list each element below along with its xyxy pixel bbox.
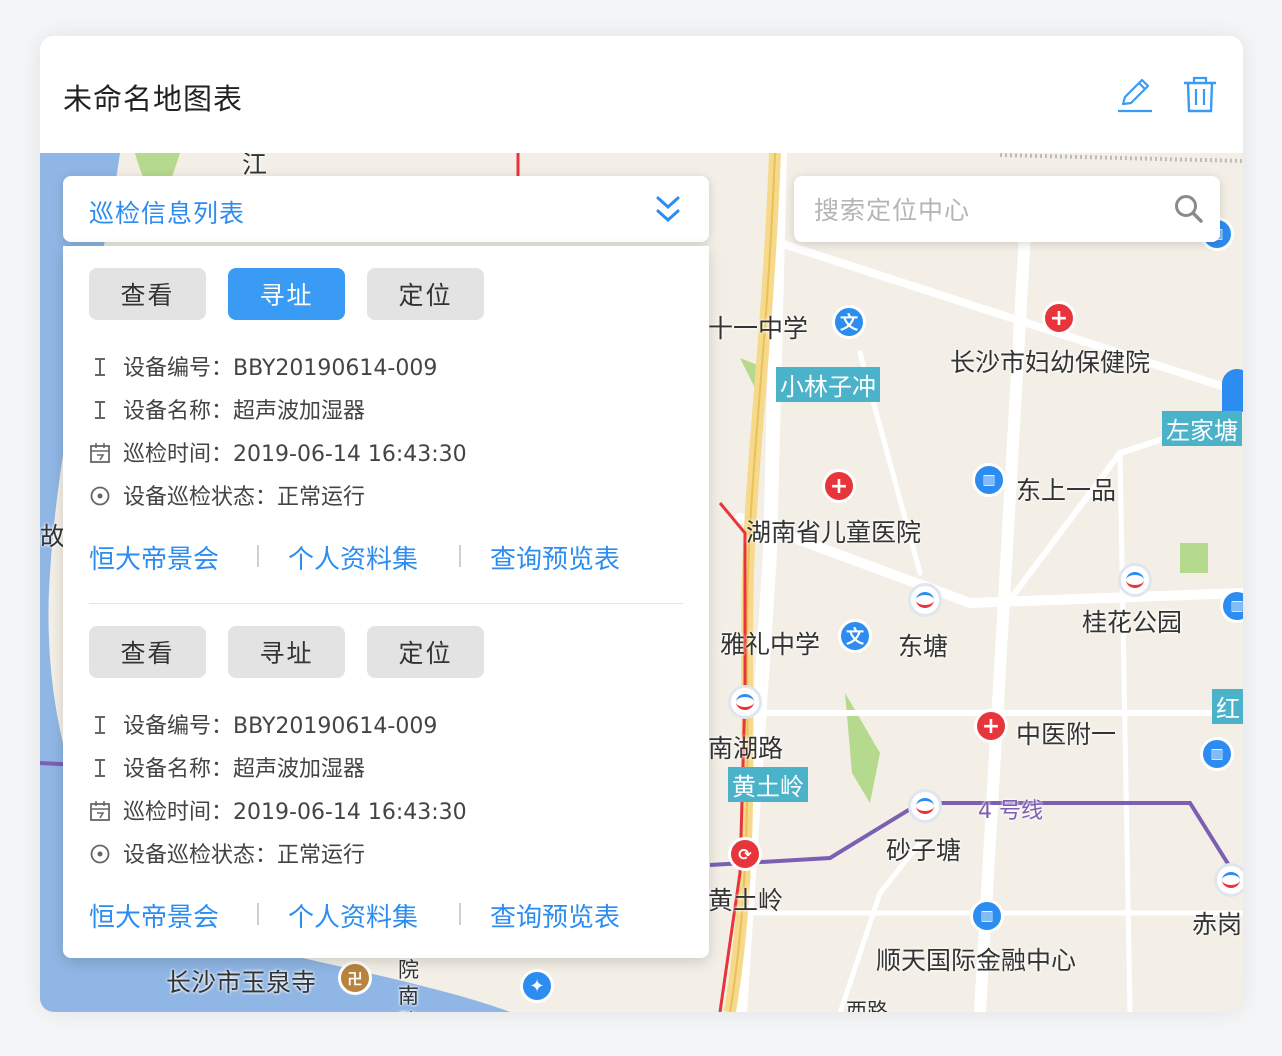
trash-icon[interactable] <box>1180 74 1220 114</box>
text-cursor-icon <box>95 358 105 376</box>
temple-icon[interactable]: 卍 <box>338 961 372 995</box>
view-button[interactable]: 查看 <box>89 626 206 678</box>
link-personal-files[interactable]: 个人资料集 <box>288 897 418 934</box>
map-label: 黄土岭 <box>728 767 808 802</box>
inspection-status-field: 设备巡检状态：正常运行 <box>89 837 365 868</box>
search-input[interactable] <box>812 188 1156 232</box>
map-label: 湖南省儿童医院 <box>746 518 922 547</box>
card-header: 未命名地图表 <box>40 36 1243 153</box>
calendar-icon <box>90 801 110 821</box>
metro-station-icon[interactable] <box>908 583 942 617</box>
map-label: 左家塘 <box>1162 411 1242 446</box>
text-cursor-icon <box>95 716 105 734</box>
address-button[interactable]: 寻址 <box>228 626 345 678</box>
map-label: 长沙市玉泉寺 <box>166 968 317 997</box>
locate-button[interactable]: 定位 <box>367 626 484 678</box>
school-icon[interactable]: 文 <box>832 305 866 339</box>
link-query-preview[interactable]: 查询预览表 <box>490 539 620 576</box>
link-hengda[interactable]: 恒大帝景会 <box>89 539 219 576</box>
map-label: 顺天国际金融中心 <box>876 946 1077 975</box>
pencil-icon[interactable] <box>1115 74 1155 114</box>
link-separator <box>257 903 259 925</box>
map-label: 长沙市妇幼保健院 <box>950 348 1151 377</box>
link-query-preview[interactable]: 查询预览表 <box>490 897 620 934</box>
map-label: 故 <box>40 522 66 551</box>
map-label: 十一中学 <box>708 314 809 343</box>
map-label: 院南路 <box>398 958 419 1012</box>
target-icon <box>90 486 110 506</box>
map-label: 黄土岭 <box>708 886 784 915</box>
device-id-field: 设备编号：BBY20190614-009 <box>89 708 437 739</box>
link-separator <box>257 545 259 567</box>
link-separator <box>459 545 461 567</box>
text-cursor-icon <box>95 401 105 419</box>
building-icon[interactable]: ▥ <box>970 899 1004 933</box>
link-separator <box>459 903 461 925</box>
building-icon[interactable]: ▥ <box>1200 737 1234 771</box>
metro-line-label: 4 号线 <box>978 799 1043 824</box>
calendar-icon <box>90 443 110 463</box>
view-button[interactable]: 查看 <box>89 268 206 320</box>
metro-transfer-icon[interactable]: ⟳ <box>728 837 762 871</box>
double-chevron-down-icon[interactable] <box>655 194 681 226</box>
link-hengda[interactable]: 恒大帝景会 <box>89 897 219 934</box>
inspection-list: 查看 寻址 定位 设备编号：BBY20190614-009 设备名称：超声波加湿… <box>63 246 709 958</box>
map-label: 小林子冲 <box>776 367 880 402</box>
inspection-time-field: 巡检时间：2019-06-14 16:43:30 <box>89 794 467 825</box>
inspection-list-header[interactable]: 巡检信息列表 <box>63 176 709 242</box>
map-label: 东上一品 <box>1016 476 1117 505</box>
map-label: 红 <box>1212 689 1243 724</box>
target-icon <box>90 844 110 864</box>
map-label: 西路 <box>846 999 888 1012</box>
device-name-field: 设备名称：超声波加湿器 <box>89 393 365 424</box>
map-label: 砂子塘 <box>886 836 962 865</box>
map-label: 赤岗 <box>1192 910 1243 939</box>
map-label: 桂花公园 <box>1082 608 1183 637</box>
map-label: 东塘 <box>898 632 949 661</box>
hospital-icon[interactable]: + <box>974 709 1008 743</box>
metro-station-icon[interactable] <box>728 685 762 719</box>
record-divider <box>89 603 683 604</box>
location-pin-icon[interactable] <box>1222 369 1243 413</box>
map-chart-card: 未命名地图表 文 + + ▥ 文 + ⟳ ▥ ▥ ▥ ✦ 卍 十一中学 小林子冲… <box>40 36 1243 1012</box>
school-icon[interactable]: 文 <box>838 619 872 653</box>
inspection-list-title: 巡检信息列表 <box>89 199 246 228</box>
building-icon[interactable]: ▥ <box>972 463 1006 497</box>
device-id-field: 设备编号：BBY20190614-009 <box>89 350 437 381</box>
school-icon[interactable]: ✦ <box>520 969 554 1003</box>
metro-station-icon[interactable] <box>1214 863 1243 897</box>
search-box <box>794 176 1220 242</box>
search-icon[interactable] <box>1174 194 1204 224</box>
inspection-status-field: 设备巡检状态：正常运行 <box>89 479 365 510</box>
device-name-field: 设备名称：超声波加湿器 <box>89 751 365 782</box>
metro-station-icon[interactable] <box>1118 563 1152 597</box>
link-personal-files[interactable]: 个人资料集 <box>288 539 418 576</box>
metro-station-icon[interactable] <box>908 789 942 823</box>
hospital-icon[interactable]: + <box>1042 301 1076 335</box>
address-button[interactable]: 寻址 <box>228 268 345 320</box>
locate-button[interactable]: 定位 <box>367 268 484 320</box>
card-title: 未命名地图表 <box>63 82 244 116</box>
text-cursor-icon <box>95 759 105 777</box>
inspection-time-field: 巡检时间：2019-06-14 16:43:30 <box>89 436 467 467</box>
map-label: 南湖路 <box>708 734 784 763</box>
map-label: 中医附一 <box>1016 720 1117 749</box>
map-label: 雅礼中学 <box>720 630 821 659</box>
hospital-icon[interactable]: + <box>822 469 856 503</box>
